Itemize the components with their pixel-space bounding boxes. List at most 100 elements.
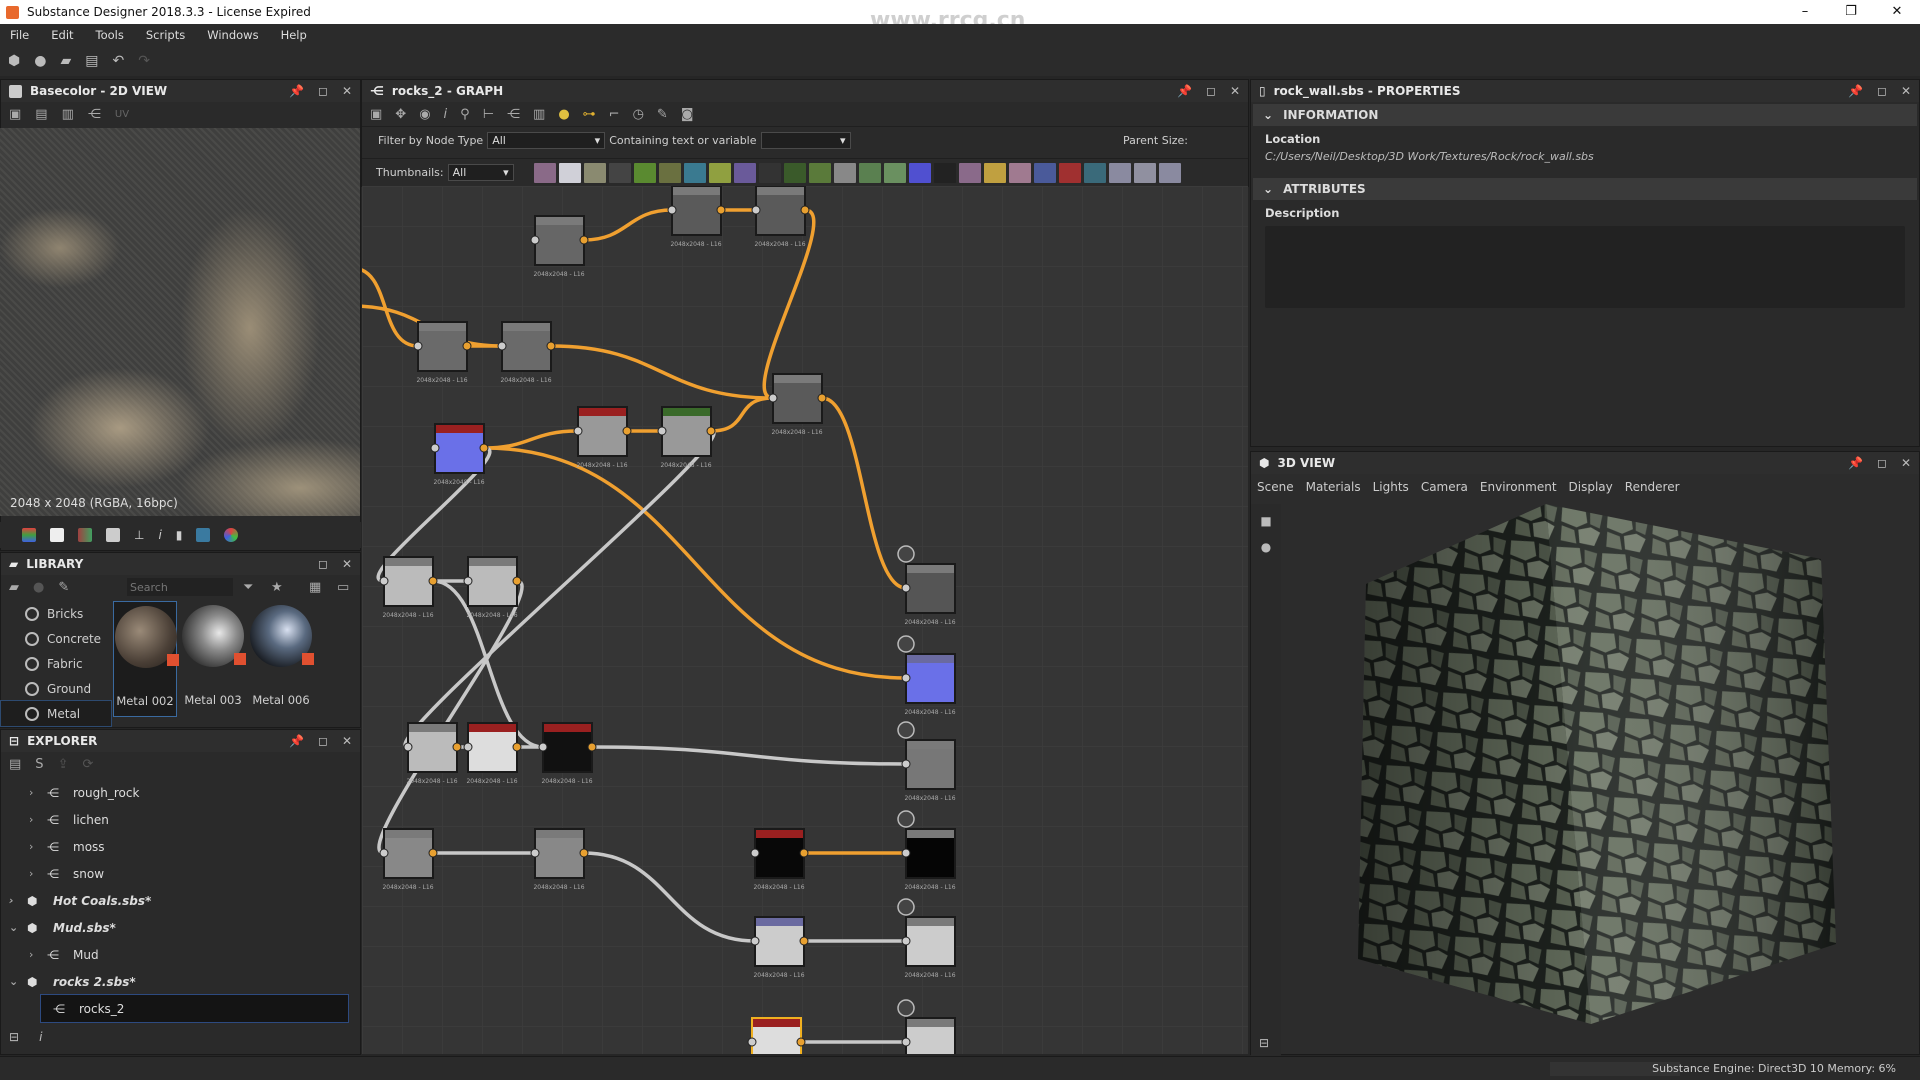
chevron-down-icon[interactable]: ⌄: [9, 975, 23, 988]
information-section-header[interactable]: ⌄ INFORMATION: [1253, 104, 1917, 126]
camera-icon[interactable]: ■: [1260, 514, 1271, 528]
float-icon[interactable]: ◻: [318, 734, 328, 748]
input-port[interactable]: [901, 848, 911, 858]
minimize-button[interactable]: –: [1782, 0, 1828, 24]
output-port[interactable]: [799, 848, 809, 858]
open-folder-icon[interactable]: ▰: [60, 53, 71, 69]
pin-icon[interactable]: 📌: [1848, 84, 1863, 98]
menu-edit[interactable]: Edit: [51, 28, 73, 42]
float-icon[interactable]: ◻: [318, 557, 328, 571]
node-filter-button[interactable]: [808, 162, 831, 183]
connection-wire[interactable]: [762, 208, 816, 400]
view3d-tab-scene[interactable]: Scene: [1257, 480, 1294, 494]
graph-canvas[interactable]: 2048x2048 - L16 2048x2048 - L16 2048x2048 …: [362, 186, 1248, 1054]
output-port[interactable]: [512, 742, 522, 752]
explorer-tab-icon[interactable]: ⊟: [9, 1030, 19, 1044]
input-port[interactable]: [657, 426, 667, 436]
float-icon[interactable]: ◻: [1877, 84, 1887, 98]
channels-icon[interactable]: [22, 528, 36, 542]
view3d-tab-materials[interactable]: Materials: [1306, 480, 1361, 494]
node-filter-button[interactable]: [1058, 162, 1081, 183]
menu-tools[interactable]: Tools: [96, 28, 124, 42]
python-icon[interactable]: ●: [558, 107, 569, 122]
add-folder-icon[interactable]: ▰: [9, 580, 19, 595]
preview-icon[interactable]: ▭: [337, 580, 349, 595]
input-port[interactable]: [403, 742, 413, 752]
node-filter-button[interactable]: [733, 162, 756, 183]
output-port[interactable]: [796, 1037, 806, 1047]
search-icon[interactable]: ⚲: [460, 107, 470, 122]
chevron-right-icon[interactable]: ›: [29, 786, 43, 799]
save-icon[interactable]: ▤: [35, 107, 47, 122]
output-port[interactable]: [800, 205, 810, 215]
output-port[interactable]: [799, 936, 809, 946]
node-filter-button[interactable]: [1158, 162, 1181, 183]
info-icon[interactable]: i: [158, 528, 161, 542]
fit-icon[interactable]: ▣: [9, 107, 21, 122]
float-icon[interactable]: ◻: [1206, 84, 1216, 98]
node-filter-button[interactable]: [683, 162, 706, 183]
new-package-icon[interactable]: ⬢: [8, 53, 20, 69]
tile-icon[interactable]: [106, 528, 120, 542]
node-filter-button[interactable]: [583, 162, 606, 183]
library-item[interactable]: Metal 003: [181, 601, 246, 717]
output-port[interactable]: [579, 235, 589, 245]
copy-icon[interactable]: ▥: [62, 107, 74, 122]
tree-item[interactable]: › ⋲ moss: [1, 833, 360, 860]
close-icon[interactable]: ✕: [1901, 84, 1911, 98]
scene-tree-icon[interactable]: ⊟: [1259, 1036, 1269, 1050]
graph-view-icon[interactable]: ⋲: [507, 107, 520, 122]
output-port[interactable]: [716, 205, 726, 215]
zoom-fit-icon[interactable]: ✥: [395, 107, 406, 122]
connection-wire[interactable]: [483, 446, 907, 680]
node-filter-button[interactable]: [1133, 162, 1156, 183]
connection-wire[interactable]: [583, 851, 756, 943]
measure-icon[interactable]: ⊥: [134, 528, 144, 542]
stack-icon[interactable]: ▥: [533, 107, 545, 122]
tree-item[interactable]: ⌄ ⬢ rocks 2.sbs*: [1, 968, 360, 995]
parent-size-label[interactable]: Parent Size:: [1123, 134, 1188, 147]
view-mode-icon[interactable]: ▦: [309, 580, 321, 595]
node-filter-button[interactable]: [908, 162, 931, 183]
node-filter-button[interactable]: [783, 162, 806, 183]
tree-item[interactable]: › ⋲ rough_rock: [1, 779, 360, 806]
connection-wire[interactable]: [710, 396, 774, 433]
save-icon[interactable]: ▤: [85, 53, 98, 69]
node-filter-button[interactable]: [633, 162, 656, 183]
node-filter-button[interactable]: [658, 162, 681, 183]
input-port[interactable]: [751, 205, 761, 215]
light-icon[interactable]: ●: [1261, 540, 1271, 554]
tree-item[interactable]: ⌄ ⬢ Mud.sbs*: [1, 914, 360, 941]
output-port[interactable]: [462, 341, 472, 351]
output-port[interactable]: [479, 443, 489, 453]
publish-icon[interactable]: S: [35, 757, 43, 772]
input-port[interactable]: [463, 576, 473, 586]
edit-icon[interactable]: ✎: [58, 580, 69, 595]
tree-item[interactable]: › ⬢ Hot Coals.sbs*: [1, 887, 360, 914]
library-item[interactable]: Metal 002: [113, 601, 179, 717]
favorite-icon[interactable]: ★: [271, 580, 283, 595]
node-filter-button[interactable]: [1108, 162, 1131, 183]
chevron-right-icon[interactable]: ›: [29, 867, 43, 880]
add-icon[interactable]: ●: [33, 580, 44, 595]
node-filter-button[interactable]: [533, 162, 556, 183]
node-filter-button[interactable]: [1083, 162, 1106, 183]
filter-icon[interactable]: ⏷: [243, 580, 253, 595]
connection-wire[interactable]: [591, 745, 907, 766]
tools-icon[interactable]: ✎: [657, 107, 668, 122]
chevron-down-icon[interactable]: ⌄: [9, 921, 23, 934]
close-icon[interactable]: ✕: [342, 557, 352, 571]
undo-icon[interactable]: ↶: [112, 53, 124, 69]
input-port[interactable]: [901, 673, 911, 683]
maximize-button[interactable]: ❐: [1828, 0, 1874, 24]
node-filter-button[interactable]: [983, 162, 1006, 183]
pin-icon[interactable]: 📌: [1848, 456, 1863, 470]
input-port[interactable]: [750, 848, 760, 858]
input-port[interactable]: [573, 426, 583, 436]
close-icon[interactable]: ✕: [1230, 84, 1240, 98]
display-icon[interactable]: [196, 528, 211, 542]
close-button[interactable]: ✕: [1874, 0, 1920, 24]
input-port[interactable]: [538, 742, 548, 752]
chevron-right-icon[interactable]: ›: [29, 948, 43, 961]
tree-item[interactable]: ⋲ rocks_2: [40, 994, 349, 1023]
